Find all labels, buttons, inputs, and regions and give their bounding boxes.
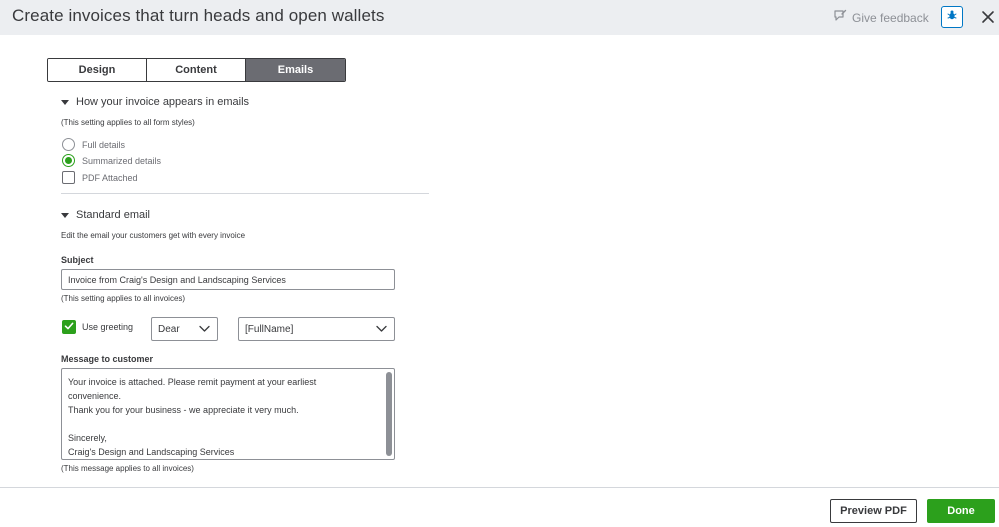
checkmark-icon — [64, 318, 74, 336]
tab-emails[interactable]: Emails — [246, 59, 345, 81]
message-line — [68, 417, 380, 431]
tab-design[interactable]: Design — [48, 59, 147, 81]
modal-footer: Preview PDF Done — [0, 487, 999, 527]
give-feedback-label: Give feedback — [852, 10, 929, 25]
close-icon — [980, 11, 996, 29]
message-line: convenience. — [68, 391, 122, 401]
greeting-word-select[interactable]: Dear — [151, 317, 218, 341]
tab-content[interactable]: Content — [147, 59, 246, 81]
greeting-name-value: [FullName] — [245, 323, 294, 335]
summarized-details-radio[interactable] — [62, 154, 75, 167]
greeting-name-select[interactable]: [FullName] — [238, 317, 395, 341]
message-label: Message to customer — [61, 354, 154, 364]
full-details-radio[interactable] — [62, 138, 75, 151]
subject-input[interactable]: Invoice from Craig's Design and Landscap… — [61, 269, 395, 290]
summarized-details-label: Summarized details — [82, 155, 162, 166]
settings-tabs: Design Content Emails — [47, 58, 346, 82]
message-line: Sincerely, — [68, 433, 107, 443]
greeting-word-value: Dear — [158, 323, 180, 335]
standard-email-description: Edit the email your customers get with e… — [61, 231, 246, 240]
subject-note: (This setting applies to all invoices) — [61, 294, 186, 303]
message-line: Craig's Design and Landscaping Services — [68, 447, 235, 457]
message-line: Your invoice is attached. Please remit p… — [68, 377, 317, 387]
modal-header: Create invoices that turn heads and open… — [0, 0, 999, 35]
subject-label: Subject — [61, 255, 94, 265]
pdf-attached-checkbox[interactable] — [62, 171, 75, 184]
full-details-option[interactable]: Full details — [62, 138, 125, 151]
appearance-section-toggle[interactable]: How your invoice appears in emails — [61, 96, 249, 108]
caret-down-icon — [61, 212, 69, 218]
appearance-note: (This setting applies to all form styles… — [61, 118, 195, 127]
message-scrollbar[interactable] — [386, 372, 392, 456]
chevron-down-icon — [376, 325, 387, 336]
summarized-details-option[interactable]: Summarized details — [62, 154, 161, 167]
bug-icon — [946, 8, 958, 26]
chevron-down-icon — [199, 325, 210, 336]
close-button[interactable] — [980, 9, 996, 25]
page-title: Create invoices that turn heads and open… — [12, 6, 385, 25]
use-greeting-label: Use greeting — [82, 322, 134, 332]
message-line: Thank you for your business - we appreci… — [68, 405, 299, 415]
use-greeting-checkbox[interactable] — [62, 320, 76, 334]
section-divider — [61, 193, 429, 194]
standard-email-heading: Standard email — [76, 209, 150, 221]
give-feedback-link[interactable]: Give feedback — [833, 9, 929, 26]
message-textarea[interactable]: Your invoice is attached. Please remit p… — [61, 368, 395, 460]
message-note: (This message applies to all invoices) — [61, 464, 194, 473]
preview-pdf-button[interactable]: Preview PDF — [830, 499, 917, 523]
done-button[interactable]: Done — [927, 499, 995, 523]
standard-email-section-toggle[interactable]: Standard email — [61, 209, 150, 221]
pdf-attached-label: PDF Attached — [82, 172, 138, 183]
appearance-heading: How your invoice appears in emails — [76, 96, 250, 108]
pdf-attached-option[interactable]: PDF Attached — [62, 171, 138, 184]
full-details-label: Full details — [82, 139, 126, 150]
bug-report-button[interactable] — [941, 6, 963, 28]
feedback-icon — [833, 9, 847, 26]
caret-down-icon — [61, 99, 69, 105]
